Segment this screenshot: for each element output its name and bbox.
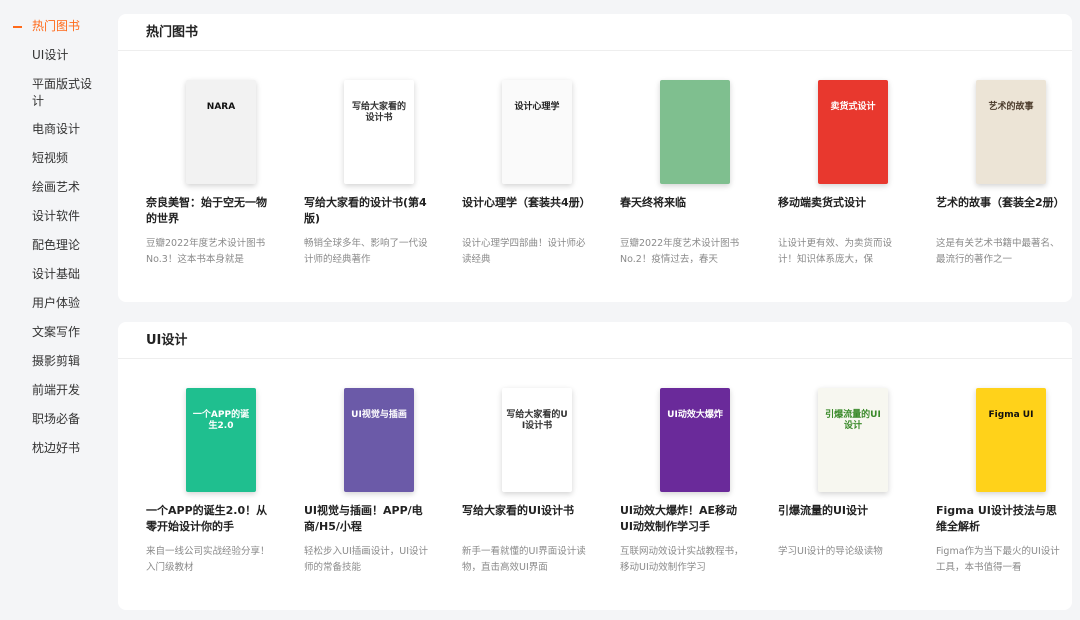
book-cover[interactable]: UI动效大爆炸 xyxy=(660,388,730,492)
book-desc: 来自一线公司实战经验分享！入门级教材 xyxy=(146,546,270,573)
cover-wrap: 设计心理学 xyxy=(462,70,592,184)
sidebar-item-color-theory[interactable]: 配色理论 xyxy=(0,237,110,254)
cover-wrap: 引爆流量的UI设计 xyxy=(778,378,908,492)
category-sidebar: 热门图书 UI设计 平面版式设计 电商设计 短视频 绘画艺术 设计软件 配色理论… xyxy=(0,18,110,469)
sidebar-item-copywriting[interactable]: 文案写作 xyxy=(0,324,110,341)
book-desc: 学习UI设计的导论级读物 xyxy=(778,546,883,557)
book-title[interactable]: 春天终将来临 xyxy=(620,195,750,227)
book-card[interactable]: 设计心理学设计心理学（套装共4册） 设计心理学四部曲！设计师必读经典 xyxy=(462,70,592,268)
sidebar-item-photo-editing[interactable]: 摄影剪辑 xyxy=(0,353,110,370)
cover-text: 写给大家看的设计书 xyxy=(351,102,406,123)
book-title[interactable]: 写给大家看的UI设计书 xyxy=(462,503,592,535)
cover-text: NARA xyxy=(206,102,236,112)
cover-text: 写给大家看的UI设计书 xyxy=(506,410,568,431)
book-title[interactable]: UI动效大爆炸！AE移动UI动效制作学习手 xyxy=(620,503,750,535)
book-desc: 畅销全球多年、影响了一代设计师的经典著作 xyxy=(304,238,428,265)
book-cover[interactable]: 卖货式设计 xyxy=(818,80,888,184)
book-cover[interactable]: 写给大家看的设计书 xyxy=(344,80,414,184)
sidebar-item-layout-design[interactable]: 平面版式设计 xyxy=(0,76,100,110)
book-desc: 豆瓣2022年度艺术设计图书No.2！疫情过去，春天 xyxy=(620,238,740,265)
cover-text: 一个APP的诞生2.0 xyxy=(192,410,250,431)
cover-wrap: UI动效大爆炸 xyxy=(620,378,750,492)
book-desc: 让设计更有效、为卖货而设计！知识体系庞大，保 xyxy=(778,238,893,265)
book-cover[interactable]: 写给大家看的UI设计书 xyxy=(502,388,572,492)
book-title[interactable]: 引爆流量的UI设计 xyxy=(778,503,908,535)
book-title[interactable]: 设计心理学（套装共4册） xyxy=(462,195,592,227)
book-title[interactable]: Figma UI设计技法与思维全解析 xyxy=(936,503,1066,535)
book-title[interactable]: 移动端卖货式设计 xyxy=(778,195,908,227)
cover-wrap: UI视觉与插画 xyxy=(304,378,434,492)
cover-wrap: 卖货式设计 xyxy=(778,70,908,184)
book-card[interactable]: 一个APP的诞生2.0 一个APP的诞生2.0！从零开始设计你的手来自一线公司实战… xyxy=(146,378,276,576)
book-title[interactable]: UI视觉与插画！APP/电商/H5/小程 xyxy=(304,503,434,535)
cover-text: 设计心理学 xyxy=(514,102,560,112)
book-cover[interactable]: UI视觉与插画 xyxy=(344,388,414,492)
book-desc: 设计心理学四部曲！设计师必读经典 xyxy=(462,238,586,265)
book-card[interactable]: UI视觉与插画 UI视觉与插画！APP/电商/H5/小程轻松步入UI插画设计，UI… xyxy=(304,378,434,576)
book-title[interactable]: 写给大家看的设计书(第4版) xyxy=(304,195,434,227)
book-cover[interactable]: 引爆流量的UI设计 xyxy=(818,388,888,492)
book-card[interactable]: 写给大家看的UI设计书 写给大家看的UI设计书 新手一看就懂的UI界面设计读物，直击… xyxy=(462,378,592,576)
sidebar-item-short-video[interactable]: 短视频 xyxy=(0,150,110,167)
sidebar-item-frontend-dev[interactable]: 前端开发 xyxy=(0,382,110,399)
cover-wrap: NARA xyxy=(146,70,276,184)
sidebar-item-workplace[interactable]: 职场必备 xyxy=(0,411,110,428)
cover-wrap: 写给大家看的设计书 xyxy=(304,70,434,184)
book-desc: 新手一看就懂的UI界面设计读物，直击高效UI界面 xyxy=(462,546,586,573)
sidebar-item-bedside-books[interactable]: 枕边好书 xyxy=(0,440,110,457)
book-card[interactable]: Figma UI Figma UI设计技法与思维全解析 Figma作为当下最火的UI… xyxy=(936,378,1066,576)
book-grid: NARA 奈良美智：始于空无一物的世界豆瓣2022年度艺术设计图书No.3！这本书… xyxy=(146,70,1065,290)
book-card[interactable]: 艺术的故事艺术的故事（套装全2册） 这是有关艺术书籍中最著名、最流行的著作之一 xyxy=(936,70,1066,268)
cover-text: UI视觉与插画 xyxy=(351,410,407,420)
sidebar-item-design-software[interactable]: 设计软件 xyxy=(0,208,110,225)
book-cover[interactable]: 一个APP的诞生2.0 xyxy=(186,388,256,492)
book-title[interactable]: 奈良美智：始于空无一物的世界 xyxy=(146,195,276,227)
ui-design-section: UI设计 一个APP的诞生2.0 一个APP的诞生2.0！从零开始设计你的手来自一… xyxy=(118,322,1072,610)
cover-text: 引爆流量的UI设计 xyxy=(825,410,881,431)
book-desc: 豆瓣2022年度艺术设计图书No.3！这本书本身就是 xyxy=(146,238,266,265)
book-card[interactable]: 卖货式设计移动端卖货式设计让设计更有效、为卖货而设计！知识体系庞大，保 xyxy=(778,70,908,268)
book-desc: Figma作为当下最火的UI设计工具，本书值得一看 xyxy=(936,546,1060,573)
cover-text: 卖货式设计 xyxy=(830,102,876,112)
sidebar-item-ui-design[interactable]: UI设计 xyxy=(0,47,110,64)
book-cover[interactable]: Figma UI xyxy=(976,388,1046,492)
section-title: UI设计 xyxy=(118,322,1072,359)
book-desc: 这是有关艺术书籍中最著名、最流行的著作之一 xyxy=(936,238,1060,265)
sidebar-item-design-basics[interactable]: 设计基础 xyxy=(0,266,110,283)
book-card[interactable]: UI动效大爆炸 UI动效大爆炸！AE移动UI动效制作学习手互联网动效设计实战教程书… xyxy=(620,378,750,576)
book-desc: 轻松步入UI插画设计，UI设计师的常备技能 xyxy=(304,546,429,573)
book-grid: 一个APP的诞生2.0 一个APP的诞生2.0！从零开始设计你的手来自一线公司实战… xyxy=(146,378,1060,598)
cover-wrap: Figma UI xyxy=(936,378,1066,492)
book-desc: 互联网动效设计实战教程书，移动UI动效制作学习 xyxy=(620,546,744,573)
cover-wrap xyxy=(620,70,750,184)
cover-text: Figma UI xyxy=(988,410,1034,420)
book-card[interactable]: 引爆流量的UI设计 引爆流量的UI设计 学习UI设计的导论级读物 xyxy=(778,378,908,576)
book-card[interactable]: NARA 奈良美智：始于空无一物的世界豆瓣2022年度艺术设计图书No.3！这本书… xyxy=(146,70,276,268)
cover-wrap: 艺术的故事 xyxy=(936,70,1066,184)
section-title: 热门图书 xyxy=(118,14,1072,51)
cover-text: 艺术的故事 xyxy=(988,102,1034,112)
book-cover[interactable] xyxy=(660,80,730,184)
sidebar-item-ecommerce-design[interactable]: 电商设计 xyxy=(0,121,110,138)
book-cover[interactable]: 艺术的故事 xyxy=(976,80,1046,184)
book-card[interactable]: 写给大家看的设计书写给大家看的设计书(第4版) 畅销全球多年、影响了一代设计师的经… xyxy=(304,70,434,268)
book-title[interactable]: 艺术的故事（套装全2册） xyxy=(936,195,1066,227)
cover-wrap: 写给大家看的UI设计书 xyxy=(462,378,592,492)
sidebar-item-user-experience[interactable]: 用户体验 xyxy=(0,295,110,312)
sidebar-item-painting-art[interactable]: 绘画艺术 xyxy=(0,179,110,196)
book-card[interactable]: 春天终将来临豆瓣2022年度艺术设计图书No.2！疫情过去，春天 xyxy=(620,70,750,268)
book-cover[interactable]: 设计心理学 xyxy=(502,80,572,184)
cover-wrap: 一个APP的诞生2.0 xyxy=(146,378,276,492)
hot-books-section: 热门图书 NARA 奈良美智：始于空无一物的世界豆瓣2022年度艺术设计图书No.… xyxy=(118,14,1072,302)
book-cover[interactable]: NARA xyxy=(186,80,256,184)
book-title[interactable]: 一个APP的诞生2.0！从零开始设计你的手 xyxy=(146,503,276,535)
sidebar-item-hot-books[interactable]: 热门图书 xyxy=(0,18,110,35)
cover-text: UI动效大爆炸 xyxy=(667,410,723,420)
